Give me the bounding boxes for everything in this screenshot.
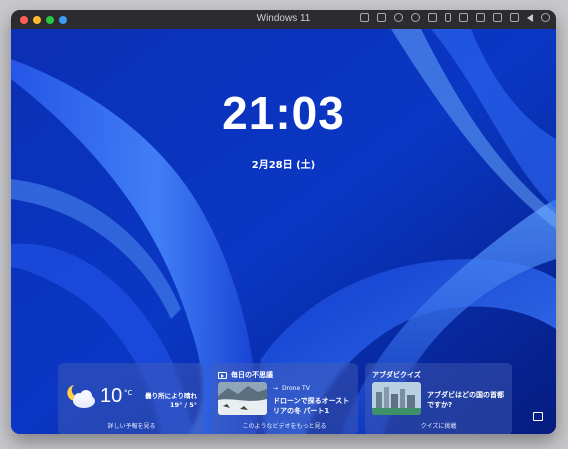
quiz-header: アブダビクイズ bbox=[372, 371, 421, 379]
daily-header: 毎日の不思議 bbox=[218, 370, 273, 380]
quiz-footer-link[interactable]: クイズに挑戦 bbox=[365, 421, 512, 430]
source-arrow: → bbox=[273, 385, 279, 392]
snow-landscape-image bbox=[218, 382, 267, 415]
microphone-icon[interactable] bbox=[445, 13, 451, 22]
weather-widget[interactable]: 10 °C 曇り所により晴れ 19° / 5° 詳しい予報を見る bbox=[58, 363, 205, 434]
drone-video-thumbnail[interactable] bbox=[218, 382, 267, 415]
quiz-widget[interactable]: アブダビクイズ アブダビはどの国の首都ですか? クイズに挑戦 bbox=[365, 363, 512, 434]
lockscreen-wallpaper[interactable]: 21:03 2月28日 (土) 10 °C 曇り所により晴れ 19° / 5° … bbox=[11, 29, 556, 434]
partly-cloudy-night-icon bbox=[67, 385, 95, 408]
lock-date: 2月28日 (土) bbox=[251, 160, 316, 171]
weather-footer-link[interactable]: 詳しい予報を見る bbox=[58, 421, 205, 430]
collapse-icon[interactable] bbox=[527, 14, 533, 22]
weather-range: 19° / 5° bbox=[170, 401, 197, 409]
camera-icon[interactable] bbox=[493, 13, 502, 22]
screen: Windows 11 21:03 2月28日 (土) 10 °C 曇り所により晴… bbox=[0, 0, 568, 449]
usb-icon[interactable] bbox=[476, 13, 485, 22]
quiz-question[interactable]: アブダビはどの国の首都ですか? bbox=[427, 390, 507, 410]
toolbar-icons bbox=[360, 13, 550, 22]
daily-header-label: 毎日の不思議 bbox=[231, 371, 273, 379]
source-name: Drone TV bbox=[282, 385, 310, 392]
screenshot-icon[interactable] bbox=[510, 13, 519, 22]
video-source: → Drone TV bbox=[273, 385, 310, 392]
abudhabi-thumbnail[interactable] bbox=[372, 382, 421, 415]
weather-condition: 曇り所により晴れ bbox=[145, 392, 197, 400]
video-icon bbox=[218, 371, 227, 379]
accessibility-icon[interactable] bbox=[533, 412, 543, 421]
volume-icon[interactable] bbox=[428, 13, 437, 22]
gear-icon[interactable] bbox=[541, 13, 550, 22]
video-headline[interactable]: ドローンで探るオーストリアの冬 パート1 bbox=[273, 396, 353, 416]
title-bar: Windows 11 bbox=[11, 10, 556, 29]
no-sharing-icon[interactable] bbox=[411, 13, 420, 22]
weather-unit: °C bbox=[124, 389, 133, 397]
disk-icon[interactable] bbox=[377, 13, 386, 22]
daily-footer-link[interactable]: このようなビデオをもっと見る bbox=[211, 421, 358, 430]
daily-wonder-widget[interactable]: 毎日の不思議 → Drone TV ドローンで探るオーストリアの冬 パート1 こ… bbox=[211, 363, 358, 434]
weather-temperature: 10 bbox=[100, 385, 123, 407]
printer-icon[interactable] bbox=[459, 13, 468, 22]
network-icon[interactable] bbox=[394, 13, 403, 22]
city-skyline-image bbox=[372, 382, 421, 415]
keyboard-icon[interactable] bbox=[360, 13, 369, 22]
lock-clock: 21:03 bbox=[222, 87, 345, 139]
vm-window: Windows 11 21:03 2月28日 (土) 10 °C 曇り所により晴… bbox=[11, 10, 556, 434]
